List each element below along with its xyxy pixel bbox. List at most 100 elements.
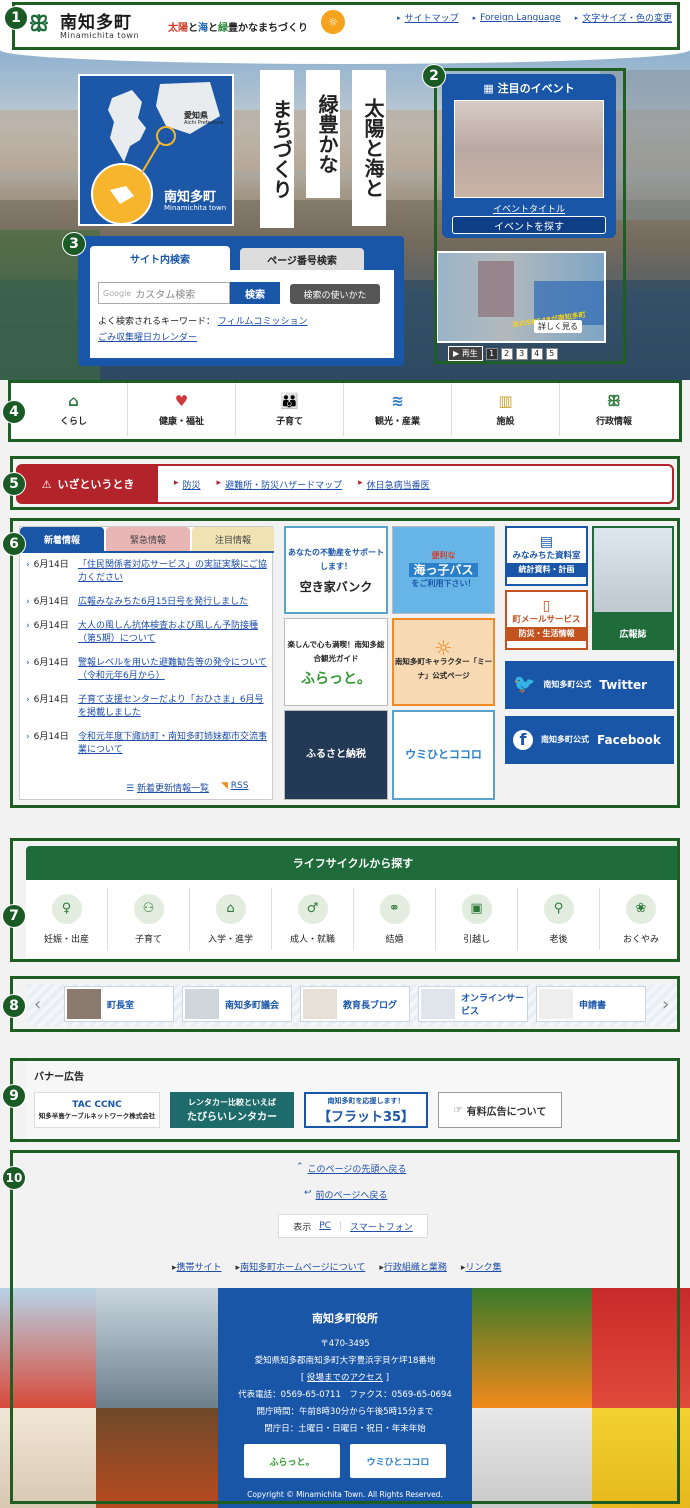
news-list-link[interactable]: 新着更新情報一覧 bbox=[137, 784, 209, 794]
nav-health-welfare[interactable]: ♥ 健康・福祉 bbox=[128, 382, 236, 436]
access-link[interactable]: 役場までのアクセス bbox=[307, 1373, 383, 1383]
ccnc-ad[interactable]: TAC CCNC 知多半島ケーブルネットワーク株式会社 bbox=[34, 1092, 160, 1128]
rental-car-ad[interactable]: レンタカー比較といえば たびらいレンタカー bbox=[170, 1092, 294, 1128]
paid-ad-info[interactable]: ☞ 有料広告について bbox=[438, 1092, 562, 1128]
disaster-prevention-link[interactable]: 防災 bbox=[183, 478, 201, 491]
keyword-film-commission[interactable]: フィルムコミッション bbox=[218, 317, 308, 327]
site-logo[interactable]: ꕥ 南知多町 Minamichita town bbox=[22, 8, 139, 41]
carousel-next-arrow[interactable]: › bbox=[662, 994, 669, 1015]
annotation-marker-8: 8 bbox=[2, 994, 26, 1018]
search-help-button[interactable]: 検索の使いかた bbox=[290, 284, 380, 304]
nav-tourism-industry[interactable]: ≋ 観光・産業 bbox=[344, 382, 452, 436]
foreign-language-link[interactable]: Foreign Language bbox=[480, 13, 561, 23]
sitemap-link[interactable]: サイトマップ bbox=[405, 11, 459, 24]
tab-page-number-search[interactable]: ページ番号検索 bbox=[240, 248, 364, 270]
header-links: ▸ サイトマップ ▸ Foreign Language ▸ 文字サイズ・色の変更 bbox=[397, 11, 672, 25]
tab-site-search[interactable]: サイト内検索 bbox=[90, 246, 230, 270]
application-form-link[interactable]: 申請書 bbox=[536, 986, 646, 1022]
map-pref-en: Aichi Prefecture bbox=[184, 120, 224, 126]
online-service-link[interactable]: オンラインサービス bbox=[418, 986, 528, 1022]
text-size-color-link[interactable]: 文字サイズ・色の変更 bbox=[582, 11, 672, 24]
umikko-bus-banner[interactable]: 便利な 海っ子バス をご利用下さい！ bbox=[392, 526, 495, 614]
about-site-link[interactable]: 南知多町ホームページについて bbox=[240, 1263, 365, 1273]
slideshow-pager: ▶ 再生 1 2 3 4 5 bbox=[448, 346, 558, 361]
family-icon: 👪 bbox=[280, 391, 299, 410]
life-condolence[interactable]: ❀ おくやみ bbox=[600, 888, 682, 950]
news-link[interactable]: 令和元年度下諏訪町・南知多町姉妹都市交流事業について bbox=[78, 731, 270, 757]
tab-new-info[interactable]: 新着情報 bbox=[20, 527, 104, 551]
news-link[interactable]: 子育て支援センターだより「おひさま」6月号を掲載しました bbox=[78, 694, 270, 720]
statistics-room-banner[interactable]: ▤ みなみちた資料室 統計資料・計画 bbox=[505, 526, 588, 586]
nav-kurashi[interactable]: ⌂ くらし bbox=[20, 382, 128, 436]
annotation-marker-3: 3 bbox=[62, 232, 86, 256]
page-3-button[interactable]: 3 bbox=[515, 347, 528, 360]
nav-facilities[interactable]: ▥ 施設 bbox=[452, 382, 560, 436]
page-1-button[interactable]: 1 bbox=[485, 347, 498, 360]
life-pregnancy[interactable]: ♀ 妊娠・出産 bbox=[26, 888, 108, 950]
page-4-button[interactable]: 4 bbox=[530, 347, 543, 360]
twitter-banner[interactable]: 🐦 南知多町公式 Twitter bbox=[505, 661, 674, 709]
event-title-link[interactable]: イベントタイトル bbox=[442, 202, 616, 215]
news-panel: 新着情報 緊急情報 注目情報 6月14日「住民関係者対応サービス」の実証実験にご… bbox=[19, 526, 274, 800]
pc-display-link[interactable]: PC bbox=[319, 1221, 331, 1231]
hazard-map-link[interactable]: 避難所・防災ハザードマップ bbox=[225, 478, 342, 491]
keyword-garbage-calendar[interactable]: ごみ収集曜日カレンダー bbox=[98, 333, 197, 343]
tab-featured-info[interactable]: 注目情報 bbox=[192, 527, 274, 551]
town-map-card[interactable]: 愛知県 Aichi Prefecture 南知多町 Minamichita to… bbox=[78, 74, 234, 226]
online-service-photo bbox=[421, 989, 455, 1019]
news-link[interactable]: 大人の風しん抗体検査および風しん予防接種（第5期）について bbox=[78, 620, 270, 646]
mail-service-banner[interactable]: ▯ 町メールサービス 防災・生活情報 bbox=[505, 590, 588, 650]
blog-photo bbox=[303, 989, 337, 1019]
town-council-link[interactable]: 南知多町議会 bbox=[182, 986, 292, 1022]
map-title: 南知多町 bbox=[164, 190, 217, 205]
life-adult-work[interactable]: ♂ 成人・就職 bbox=[272, 888, 354, 950]
life-childcare[interactable]: ⚇ 子育て bbox=[108, 888, 190, 950]
corn-photo bbox=[592, 1408, 690, 1508]
play-button[interactable]: ▶ 再生 bbox=[448, 346, 483, 361]
umihito-footer-button[interactable]: ウミひとココロ bbox=[350, 1444, 446, 1478]
carousel-prev-arrow[interactable]: ‹ bbox=[34, 994, 41, 1015]
news-link[interactable]: 警報レベルを用いた避難勧告等の発令について（令和元年6月から） bbox=[78, 657, 270, 683]
featured-event-title: ▦ 注目のイベント bbox=[483, 82, 575, 95]
event-photo[interactable] bbox=[454, 100, 604, 198]
page-2-button[interactable]: 2 bbox=[500, 347, 513, 360]
mayor-office-link[interactable]: 町長室 bbox=[64, 986, 174, 1022]
mobile-site-link[interactable]: 携帯サイト bbox=[177, 1263, 222, 1273]
organization-link[interactable]: 行政組織と業務 bbox=[384, 1263, 447, 1273]
tab-emergency-info[interactable]: 緊急情報 bbox=[106, 527, 190, 551]
page-5-button[interactable]: 5 bbox=[545, 347, 558, 360]
search-button[interactable]: 検索 bbox=[230, 282, 280, 304]
furatto-tourism-banner[interactable]: 楽しんで心も満喫！南知多総合観光ガイド ふらっと。 bbox=[284, 618, 388, 706]
rss-link[interactable]: RSS bbox=[231, 781, 249, 791]
news-link[interactable]: 広報みなみちた6月15日号を発行しました bbox=[78, 596, 248, 609]
back-link[interactable]: 前のページへ戻る bbox=[316, 1188, 388, 1201]
holiday-doctor-link[interactable]: 休日急病当番医 bbox=[367, 478, 430, 491]
furatto-footer-button[interactable]: ふらっと。 bbox=[244, 1444, 340, 1478]
furusato-tax-banner[interactable]: ふるさと納税 bbox=[284, 710, 388, 800]
education-blog-link[interactable]: 教育長ブログ bbox=[300, 986, 410, 1022]
news-item: 6月14日「住民関係者対応サービス」の実証実験にご協力ください bbox=[26, 559, 270, 585]
life-school[interactable]: ⌂ 入学・進学 bbox=[190, 888, 272, 950]
life-elderly[interactable]: ⚲ 老後 bbox=[518, 888, 600, 950]
slide-detail-button[interactable]: 詳しく見る bbox=[534, 320, 582, 333]
find-event-button[interactable]: イベントを探す bbox=[452, 216, 606, 234]
facebook-icon: f bbox=[513, 730, 533, 750]
life-marriage[interactable]: ⚭ 結婚 bbox=[354, 888, 436, 950]
mina-character-banner[interactable]: ☼ 南知多町キャラクター「ミーナ」公式ページ bbox=[392, 618, 495, 706]
ad-section-title: バナー広告 bbox=[34, 1072, 84, 1083]
link-collection-link[interactable]: リンク集 bbox=[465, 1263, 501, 1273]
news-link[interactable]: 「住民関係者対応サービス」の実証実験にご協力ください bbox=[78, 559, 270, 585]
page-top-link[interactable]: このページの先頭へ戻る bbox=[308, 1162, 407, 1175]
flat35-ad[interactable]: 南知多町を応援します！ 【フラット35】 bbox=[304, 1092, 428, 1128]
akiya-bank-banner[interactable]: あなたの不動産をサポートします！ 空き家バンク bbox=[284, 526, 388, 614]
copyright: Copyright © Minamichita Town. All Rights… bbox=[247, 1490, 443, 1499]
facebook-banner[interactable]: f 南知多町公式 Facebook bbox=[505, 716, 674, 764]
kohoshi-banner[interactable]: 広報誌 bbox=[592, 526, 674, 650]
nav-administration[interactable]: ꕥ 行政情報 bbox=[560, 382, 668, 436]
logo-title: 南知多町 bbox=[60, 13, 132, 33]
search-input[interactable]: Google カスタム検索 bbox=[98, 282, 230, 304]
umihito-kokoro-banner[interactable]: ウミひとココロ bbox=[392, 710, 495, 800]
smartphone-display-link[interactable]: スマートフォン bbox=[350, 1220, 413, 1233]
life-moving[interactable]: ▣ 引越し bbox=[436, 888, 518, 950]
nav-childcare[interactable]: 👪 子育て bbox=[236, 382, 344, 436]
